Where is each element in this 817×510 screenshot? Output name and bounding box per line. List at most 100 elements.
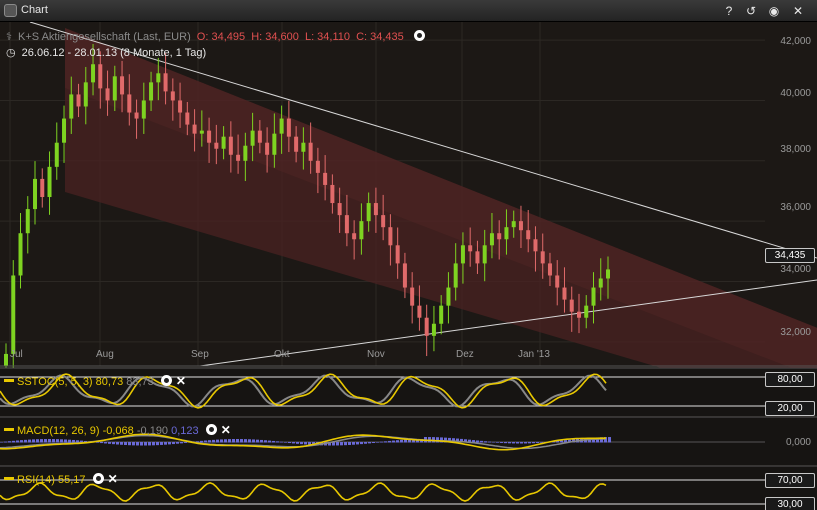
macd-histogram-bar [116, 442, 119, 445]
candle-body [105, 88, 110, 101]
macd-histogram-bar [164, 442, 167, 445]
macd-value: -0,068 [102, 425, 134, 437]
macd-histogram-bar [0, 442, 3, 443]
rsi-value: 55,17 [57, 474, 86, 486]
month-label: Sep [191, 349, 209, 360]
sstoc-label: SSTOC(5, 5, 3) 80,73 83,73 ✕ [4, 374, 186, 388]
candle-body [178, 100, 183, 113]
macd-histogram-bar [24, 439, 27, 443]
macd-histogram-bar [252, 439, 255, 443]
candle-body [279, 118, 284, 134]
macd-histogram-bar [484, 441, 487, 443]
candle-body [431, 323, 436, 336]
candle-body [344, 215, 349, 234]
candle-body [417, 305, 422, 318]
rsi-close-icon[interactable]: ✕ [108, 472, 118, 486]
candle-body [236, 154, 241, 161]
month-label: Jan '13 [518, 349, 550, 360]
macd-histogram-bar [380, 441, 383, 443]
macd-histogram-bar [140, 442, 143, 446]
candle-body [272, 133, 277, 155]
candle-body [518, 221, 523, 231]
candle-body [540, 251, 545, 264]
candle-body [504, 227, 509, 240]
candle-body [424, 317, 429, 336]
month-label: Nov [367, 349, 385, 360]
macd-histogram-bar [300, 442, 303, 445]
candle-body [156, 73, 161, 83]
macd-histogram-bar [184, 442, 187, 443]
macd-histogram-bar [120, 442, 123, 445]
candle-body [598, 278, 603, 288]
macd-histogram-bar [524, 442, 527, 444]
macd-histogram-bar [504, 442, 507, 444]
macd-histogram-bar [72, 439, 75, 443]
macd-histogram-bar [376, 442, 379, 443]
candle-body [547, 263, 552, 276]
candle-body [489, 233, 494, 246]
macd-histogram-bar [16, 440, 19, 443]
candle-body [395, 245, 400, 264]
close-value: C: 34,435 [356, 31, 404, 43]
macd-histogram-bar [56, 439, 59, 443]
macd-histogram-bar [104, 442, 107, 444]
candle-body [199, 130, 204, 134]
macd-name: MACD(12, 26, 9) [17, 425, 100, 437]
series-swatch [4, 477, 14, 480]
sstoc-close-icon[interactable]: ✕ [176, 374, 186, 388]
help-icon[interactable]: ? [720, 2, 738, 20]
month-label: Aug [96, 349, 114, 360]
candle-body [352, 233, 357, 240]
history-icon[interactable]: ↺ [742, 2, 760, 20]
macd-histogram-bar [372, 442, 375, 443]
macd-histogram-bar [296, 442, 299, 444]
candle-body [446, 287, 451, 306]
candle-body [33, 178, 38, 210]
macd-histogram-bar [360, 442, 363, 445]
macd-histogram-bar [388, 440, 391, 443]
macd-histogram-bar [28, 439, 31, 443]
macd-histogram-bar [356, 442, 359, 445]
candle-body [228, 136, 233, 155]
candle-body [62, 118, 67, 143]
rsi-name: RSI(14) [17, 474, 55, 486]
candle-body [163, 73, 168, 92]
macd-histogram-bar [496, 442, 499, 443]
candle-body [127, 94, 132, 113]
sstoc-signal: 83,73 [126, 376, 154, 388]
candle-body [286, 118, 291, 137]
macd-histogram-bar [512, 442, 515, 444]
macd-histogram-bar [128, 442, 131, 446]
close-icon[interactable]: ✕ [789, 2, 807, 20]
macd-histogram-bar [220, 439, 223, 443]
date-range[interactable]: 26.06.12 - 28.01.13 (8 Monate, 1 Tag) [22, 47, 206, 59]
macd-settings-icon[interactable] [205, 424, 217, 435]
macd-histogram-bar [292, 442, 295, 444]
chart-type-icon: ⚕ [6, 31, 12, 43]
low-value: L: 34,110 [304, 31, 351, 43]
instrument-settings-icon[interactable] [413, 30, 425, 41]
macd-close-icon[interactable]: ✕ [221, 423, 231, 437]
macd-histogram-bar [508, 442, 511, 444]
candle-body [91, 64, 96, 83]
macd-histogram-bar [392, 440, 395, 443]
macd-histogram-bar [208, 440, 211, 443]
candle-body [366, 203, 371, 222]
candle-body [18, 233, 23, 276]
candle-body [591, 287, 596, 306]
sstoc-value: 80,73 [95, 376, 124, 388]
macd-histogram-bar [488, 441, 491, 443]
candle-body [257, 130, 262, 143]
candle-body [606, 269, 610, 279]
macd-histogram-bar [232, 439, 235, 443]
rsi-settings-icon[interactable] [92, 473, 104, 484]
candle-body [265, 142, 270, 155]
macd-histogram-bar [48, 439, 51, 443]
sstoc-settings-icon[interactable] [160, 375, 172, 386]
macd-histogram-bar [204, 440, 207, 443]
macd-histogram-bar [476, 440, 479, 443]
candle-body [323, 172, 328, 185]
candle-body [76, 94, 81, 107]
settings-icon[interactable]: ◉ [765, 2, 783, 20]
candle-body [243, 145, 248, 161]
